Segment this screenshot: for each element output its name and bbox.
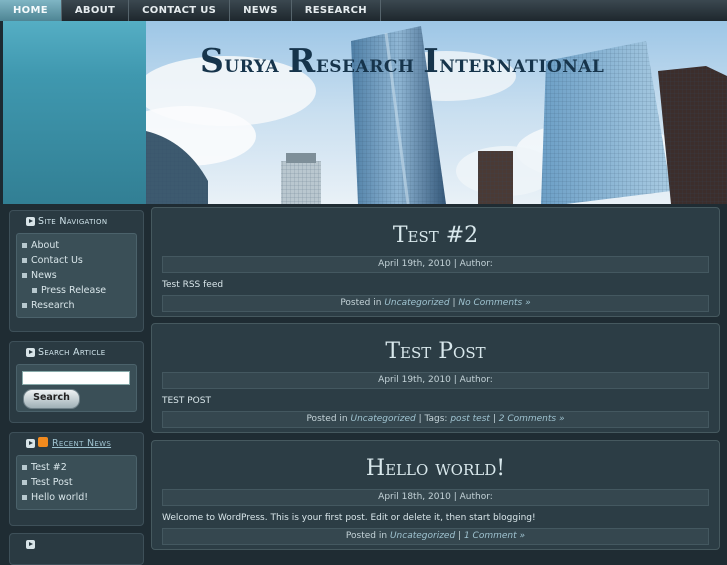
post-meta: April 19th, 2010 | Author: (162, 372, 709, 389)
category-link[interactable]: Uncategorized (384, 298, 449, 308)
search-input[interactable] (22, 371, 130, 385)
comments-link[interactable]: 2 Comments » (499, 414, 565, 424)
tags-link[interactable]: post test (450, 414, 490, 424)
widget-header: Search Article (10, 342, 143, 364)
nav-contact-us[interactable]: CONTACT US (129, 0, 231, 21)
post: Test #2 April 19th, 2010 | Author: Test … (151, 207, 720, 317)
arrow-bullet-icon (26, 217, 35, 226)
category-link[interactable]: Uncategorized (350, 414, 415, 424)
arrow-bullet-icon (26, 348, 35, 357)
site-title-initial: S (200, 41, 225, 80)
site-title-part: esearch (315, 49, 424, 78)
widget-body: About Contact Us News Press Release Rese… (16, 233, 137, 318)
post-footer: Posted in Uncategorized | No Comments » (162, 295, 709, 312)
comments-link[interactable]: No Comments » (458, 298, 530, 308)
footer-separator: | (458, 531, 462, 541)
post-meta: April 19th, 2010 | Author: (162, 256, 709, 273)
site-title-initial: R (287, 41, 316, 80)
post-meta: April 18th, 2010 | Author: (162, 489, 709, 506)
posted-in-label: Posted in (306, 414, 348, 424)
rss-icon[interactable] (38, 437, 48, 447)
header-side-panel (3, 21, 146, 204)
recent-news-list: Test #2 Test Post Hello world! (17, 460, 136, 505)
sidebar-item-news[interactable]: News (17, 268, 136, 283)
footer-separator: | (418, 414, 422, 424)
recent-news-widget: Recent News Test #2 Test Post Hello worl… (9, 432, 144, 526)
posted-in-label: Posted in (340, 298, 382, 308)
posted-in-label: Posted in (345, 531, 388, 541)
tags-label: Tags: (424, 414, 448, 424)
nav-about[interactable]: ABOUT (62, 0, 130, 21)
sidebar-item-contact-us[interactable]: Contact Us (17, 253, 136, 268)
recent-item-hello-world[interactable]: Hello world! (17, 490, 136, 505)
post-title[interactable]: Test #2 (152, 221, 719, 251)
widget-body: Search (16, 364, 137, 412)
widget-header: Site Navigation (10, 211, 143, 233)
post-body: TEST POST (162, 396, 211, 406)
nav-news[interactable]: NEWS (230, 0, 292, 21)
category-link[interactable]: Uncategorized (390, 531, 455, 541)
post-body: Welcome to WordPress. This is your first… (162, 513, 536, 523)
top-nav-bar: HOME ABOUT CONTACT US NEWS RESEARCH (0, 0, 727, 22)
footer-separator: | (452, 298, 456, 308)
site-title-initial: I (423, 41, 440, 80)
nav-home[interactable]: HOME (0, 0, 62, 21)
post-title[interactable]: Hello world! (152, 454, 719, 484)
post: Test Post April 19th, 2010 | Author: TES… (151, 323, 720, 433)
widget-title: Site Navigation (38, 216, 108, 227)
post-footer: Posted in Uncategorized | 1 Comment » (162, 528, 709, 545)
post-title[interactable]: Test Post (152, 337, 719, 367)
site-navigation-widget: Site Navigation About Contact Us News Pr… (9, 210, 144, 332)
widget-body: Test #2 Test Post Hello world! (16, 455, 137, 510)
widget-title: Search Article (38, 347, 106, 358)
site-title-part: nternational (439, 49, 605, 78)
widget-header: Recent News (10, 433, 143, 455)
recent-item-test-post[interactable]: Test Post (17, 475, 136, 490)
post-body: Test RSS feed (162, 280, 224, 290)
recent-item-test-2[interactable]: Test #2 (17, 460, 136, 475)
post-footer: Posted in Uncategorized | Tags: post tes… (162, 411, 709, 428)
site-header: Surya Research International (0, 21, 727, 204)
post: Hello world! April 18th, 2010 | Author: … (151, 440, 720, 550)
sidebar-item-press-release[interactable]: Press Release (17, 283, 136, 298)
sidebar-widget-partial (9, 533, 144, 565)
search-article-widget: Search Article Search (9, 341, 144, 423)
site-title-part: urya (224, 49, 288, 78)
site-nav-list: About Contact Us News Press Release Rese… (17, 238, 136, 313)
site-title[interactable]: Surya Research International (200, 41, 604, 80)
sidebar-item-research[interactable]: Research (17, 298, 136, 313)
widget-header (10, 534, 143, 556)
footer-separator: | (492, 414, 496, 424)
sidebar-item-about[interactable]: About (17, 238, 136, 253)
nav-research[interactable]: RESEARCH (292, 0, 381, 21)
comments-link[interactable]: 1 Comment » (464, 531, 525, 541)
recent-news-link[interactable]: Recent News (52, 438, 111, 449)
arrow-bullet-icon (26, 439, 35, 448)
search-button[interactable]: Search (23, 389, 80, 409)
